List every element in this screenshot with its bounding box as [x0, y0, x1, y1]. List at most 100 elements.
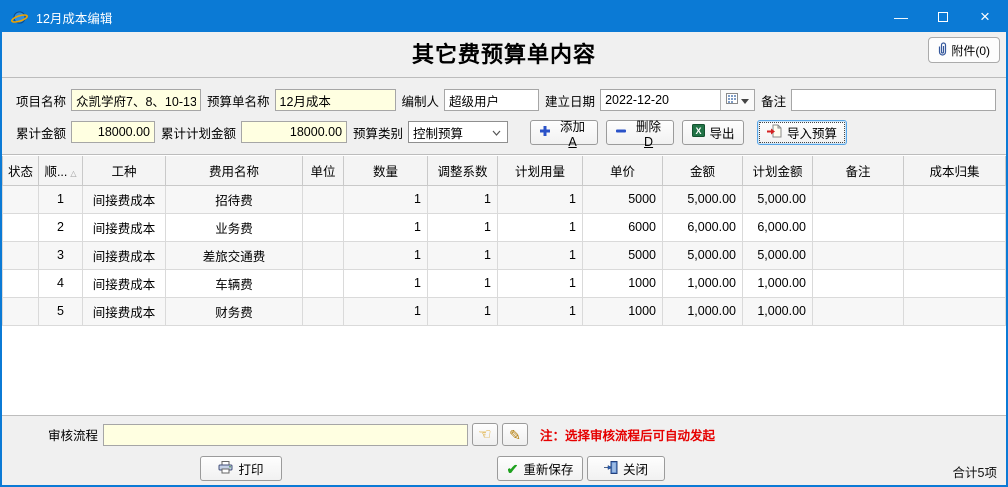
table-cell[interactable]: 间接费成本 — [83, 241, 166, 269]
table-cell[interactable]: 1 — [344, 297, 428, 325]
table-cell[interactable]: 1 — [344, 269, 428, 297]
table-cell[interactable] — [3, 241, 39, 269]
attachment-button[interactable]: 附件(0) — [928, 37, 1000, 63]
table-row[interactable]: 5间接费成本财务费11110001,000.001,000.00 — [3, 297, 1006, 325]
table-cell[interactable]: 6000 — [583, 213, 663, 241]
total-amount-field[interactable] — [71, 121, 155, 143]
table-cell[interactable]: 间接费成本 — [83, 185, 166, 213]
col-header-seq[interactable]: 顺...△ — [39, 156, 83, 185]
budget-type-select[interactable]: 控制预算 — [408, 121, 508, 143]
table-cell[interactable] — [3, 297, 39, 325]
table-cell[interactable]: 1 — [344, 185, 428, 213]
save-button[interactable]: ✔ 重新保存 — [497, 456, 583, 481]
add-button[interactable]: 添加A — [530, 120, 598, 145]
table-cell[interactable] — [904, 297, 1006, 325]
col-header-qty[interactable]: 数量 — [344, 156, 428, 185]
col-header-cost-group[interactable]: 成本归集 — [904, 156, 1006, 185]
table-cell[interactable] — [303, 297, 344, 325]
table-row[interactable]: 4间接费成本车辆费11110001,000.001,000.00 — [3, 269, 1006, 297]
table-cell[interactable]: 5,000.00 — [743, 185, 813, 213]
table-cell[interactable]: 1 — [498, 269, 583, 297]
table-cell[interactable] — [904, 241, 1006, 269]
col-header-worktype[interactable]: 工种 — [83, 156, 166, 185]
table-cell[interactable] — [904, 213, 1006, 241]
table-cell[interactable] — [813, 185, 904, 213]
table-cell[interactable]: 1 — [428, 297, 498, 325]
table-cell[interactable] — [3, 269, 39, 297]
table-cell[interactable]: 1,000.00 — [743, 269, 813, 297]
table-cell[interactable]: 1,000.00 — [663, 297, 743, 325]
table-cell[interactable]: 5,000.00 — [743, 241, 813, 269]
total-plan-field[interactable] — [241, 121, 347, 143]
table-cell[interactable] — [303, 185, 344, 213]
table-cell[interactable]: 5000 — [583, 241, 663, 269]
table-cell[interactable]: 间接费成本 — [83, 269, 166, 297]
table-row[interactable]: 1间接费成本招待费11150005,000.005,000.00 — [3, 185, 1006, 213]
table-cell[interactable]: 5 — [39, 297, 83, 325]
table-cell[interactable] — [303, 213, 344, 241]
table-cell[interactable]: 业务费 — [166, 213, 303, 241]
table-cell[interactable]: 3 — [39, 241, 83, 269]
col-header-status[interactable]: 状态 — [3, 156, 39, 185]
col-header-remark[interactable]: 备注 — [813, 156, 904, 185]
table-cell[interactable]: 1 — [498, 241, 583, 269]
table-cell[interactable]: 1 — [428, 241, 498, 269]
table-cell[interactable]: 1 — [344, 213, 428, 241]
minimize-icon[interactable]: — — [880, 2, 922, 32]
approval-flow-field[interactable] — [103, 424, 468, 446]
table-cell[interactable]: 车辆费 — [166, 269, 303, 297]
table-cell[interactable]: 间接费成本 — [83, 213, 166, 241]
table-cell[interactable]: 招待费 — [166, 185, 303, 213]
col-header-coef[interactable]: 调整系数 — [428, 156, 498, 185]
table-row[interactable]: 3间接费成本差旅交通费11150005,000.005,000.00 — [3, 241, 1006, 269]
budget-name-field[interactable] — [275, 89, 396, 111]
table-cell[interactable]: 1 — [498, 185, 583, 213]
table-cell[interactable]: 1 — [39, 185, 83, 213]
table-cell[interactable] — [303, 241, 344, 269]
table-cell[interactable]: 5,000.00 — [663, 185, 743, 213]
table-cell[interactable]: 1000 — [583, 269, 663, 297]
table-cell[interactable]: 1 — [498, 213, 583, 241]
close-window-button[interactable]: 关闭 — [587, 456, 665, 481]
col-header-plan-qty[interactable]: 计划用量 — [498, 156, 583, 185]
close-icon[interactable]: × — [964, 2, 1006, 32]
table-cell[interactable] — [904, 269, 1006, 297]
table-cell[interactable]: 2 — [39, 213, 83, 241]
table-cell[interactable]: 1 — [428, 213, 498, 241]
table-cell[interactable] — [813, 241, 904, 269]
table-cell[interactable]: 间接费成本 — [83, 297, 166, 325]
compiler-field[interactable] — [444, 89, 539, 111]
table-cell[interactable]: 6,000.00 — [743, 213, 813, 241]
table-cell[interactable]: 1,000.00 — [663, 269, 743, 297]
select-flow-button[interactable]: ☜ — [472, 423, 498, 446]
table-cell[interactable]: 1 — [344, 241, 428, 269]
table-cell[interactable] — [3, 213, 39, 241]
table-cell[interactable]: 1 — [428, 185, 498, 213]
col-header-unit[interactable]: 单位 — [303, 156, 344, 185]
col-header-price[interactable]: 单价 — [583, 156, 663, 185]
table-cell[interactable]: 5,000.00 — [663, 241, 743, 269]
remark-field[interactable] — [791, 89, 996, 111]
table-cell[interactable]: 1 — [498, 297, 583, 325]
table-cell[interactable]: 财务费 — [166, 297, 303, 325]
print-button[interactable]: 打印 — [200, 456, 282, 481]
table-cell[interactable]: 4 — [39, 269, 83, 297]
table-cell[interactable] — [813, 297, 904, 325]
project-name-field[interactable] — [71, 89, 201, 111]
export-button[interactable]: X 导出 — [682, 120, 744, 145]
col-header-amount[interactable]: 金额 — [663, 156, 743, 185]
import-budget-button[interactable]: 导入预算 — [757, 120, 847, 145]
table-cell[interactable]: 1,000.00 — [743, 297, 813, 325]
delete-button[interactable]: 删除D — [606, 120, 674, 145]
table-cell[interactable] — [303, 269, 344, 297]
table-cell[interactable]: 1000 — [583, 297, 663, 325]
table-row[interactable]: 2间接费成本业务费11160006,000.006,000.00 — [3, 213, 1006, 241]
table-cell[interactable]: 5000 — [583, 185, 663, 213]
col-header-fee-name[interactable]: 费用名称 — [166, 156, 303, 185]
table-cell[interactable]: 6,000.00 — [663, 213, 743, 241]
edit-flow-button[interactable]: ✎ — [502, 423, 528, 446]
table-cell[interactable] — [813, 213, 904, 241]
table-cell[interactable] — [813, 269, 904, 297]
table-cell[interactable]: 差旅交通费 — [166, 241, 303, 269]
date-picker-button[interactable] — [720, 90, 754, 110]
